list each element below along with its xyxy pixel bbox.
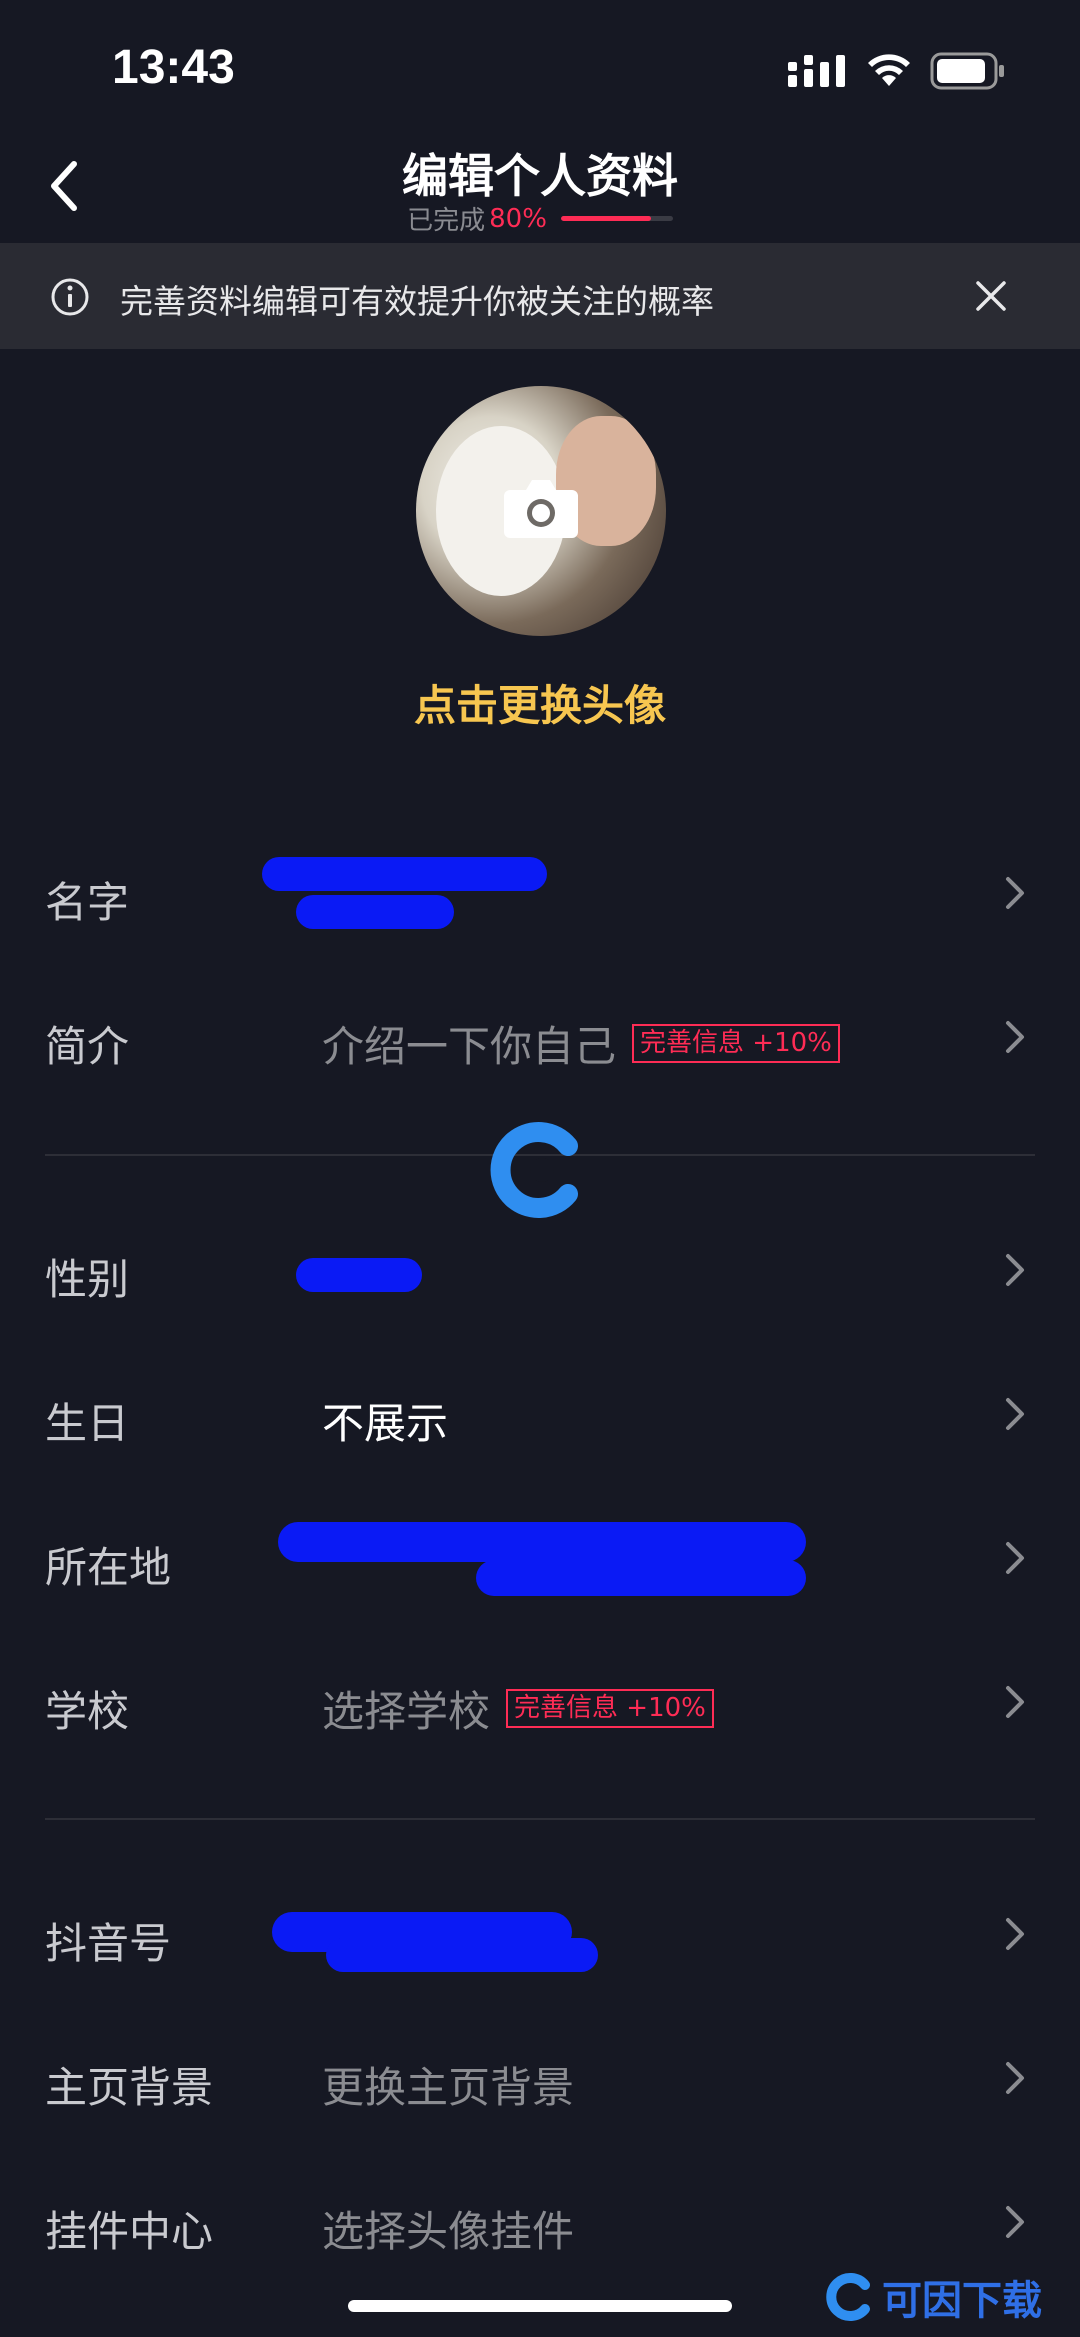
- profile-row-bio[interactable]: 简介 介绍一下你自己 完善信息 +10%: [0, 967, 1080, 1111]
- chevron-right-icon: [1006, 1254, 1024, 1286]
- brand-logo-icon: [826, 2273, 870, 2321]
- completion-badge: 完善信息 +10%: [506, 1688, 714, 1729]
- redaction-mark: [262, 857, 547, 891]
- chevron-right-icon: [1006, 1398, 1024, 1430]
- chevron-right-icon: [1006, 1542, 1024, 1574]
- battery-icon: [930, 52, 1004, 90]
- info-icon: [51, 278, 89, 316]
- redaction-mark: [278, 1522, 806, 1562]
- row-value-text: 不展示: [322, 1399, 449, 1448]
- chevron-right-icon: [1006, 877, 1024, 909]
- row-value: 选择学校 完善信息 +10%: [322, 1678, 714, 1739]
- row-label: 抖音号: [45, 1919, 172, 1968]
- watermark-brand: 可因下载: [826, 2268, 1042, 2326]
- home-indicator[interactable]: [348, 2300, 732, 2312]
- row-value: 介绍一下你自己 完善信息 +10%: [322, 1013, 840, 1074]
- status-time: 13:43: [112, 41, 235, 94]
- edit-profile-screen: 13:43 编辑个人资料 已完成 80% 完善资料编辑可有效提升你被关注的概率 …: [0, 0, 1080, 2337]
- watermark-logo-icon: [490, 1122, 578, 1218]
- redaction-mark: [296, 895, 454, 929]
- profile-row-school[interactable]: 学校 选择学校 完善信息 +10%: [0, 1632, 1080, 1776]
- wifi-icon: [868, 54, 910, 86]
- row-value: 不展示: [322, 1390, 448, 1451]
- progress-bar-fill: [560, 216, 651, 221]
- profile-row-home-background[interactable]: 主页背景 更换主页背景: [0, 2008, 1080, 2152]
- progress-label: 已完成: [407, 206, 486, 236]
- completion-progress: 已完成 80%: [0, 200, 1080, 237]
- page-title: 编辑个人资料: [402, 149, 678, 203]
- row-value-text: 选择学校: [322, 1687, 491, 1736]
- status-bar: 13:43: [0, 0, 1080, 130]
- row-label: 学校: [45, 1687, 130, 1736]
- brand-text: 可因下载: [882, 2278, 1042, 2324]
- chevron-right-icon: [1006, 1918, 1024, 1950]
- progress-bar: [560, 216, 673, 221]
- profile-row-location[interactable]: 所在地: [0, 1488, 1080, 1632]
- redaction-mark: [326, 1938, 598, 1972]
- row-label: 性别: [45, 1255, 130, 1304]
- notice-text: 完善资料编辑可有效提升你被关注的概率: [120, 282, 714, 321]
- row-label: 主页背景: [45, 2063, 214, 2112]
- redaction-mark: [476, 1560, 806, 1596]
- row-label: 挂件中心: [45, 2207, 214, 2256]
- chevron-right-icon: [1006, 1686, 1024, 1718]
- chevron-right-icon: [1006, 1021, 1024, 1053]
- row-label: 所在地: [45, 1543, 172, 1592]
- cellular-signal-icon: [788, 55, 845, 87]
- row-label: 名字: [45, 878, 130, 927]
- section-divider: [45, 1818, 1035, 1820]
- chevron-right-icon: [1006, 2206, 1024, 2238]
- row-value-text: 更换主页背景: [322, 2063, 575, 2112]
- avatar[interactable]: [416, 386, 666, 636]
- nav-bar: 编辑个人资料 已完成 80%: [0, 130, 1080, 242]
- completion-badge: 完善信息 +10%: [632, 1023, 840, 1064]
- profile-row-name[interactable]: 名字: [0, 823, 1080, 967]
- change-avatar-link[interactable]: 点击更换头像: [0, 672, 1080, 733]
- redaction-mark: [296, 1258, 422, 1292]
- row-label: 生日: [45, 1399, 130, 1448]
- chevron-right-icon: [1006, 2062, 1024, 2094]
- close-icon[interactable]: [972, 277, 1010, 315]
- profile-row-douyin-id[interactable]: 抖音号: [0, 1864, 1080, 2008]
- progress-value: 80%: [489, 203, 547, 234]
- camera-icon: [504, 480, 578, 538]
- notice-banner: 完善资料编辑可有效提升你被关注的概率: [0, 243, 1080, 349]
- row-value: 选择头像挂件: [322, 2198, 574, 2259]
- row-value: 更换主页背景: [322, 2054, 574, 2115]
- row-value-text: 介绍一下你自己: [322, 1022, 617, 1071]
- profile-row-birthday[interactable]: 生日 不展示: [0, 1344, 1080, 1488]
- row-label: 简介: [45, 1022, 130, 1071]
- row-value-text: 选择头像挂件: [322, 2207, 575, 2256]
